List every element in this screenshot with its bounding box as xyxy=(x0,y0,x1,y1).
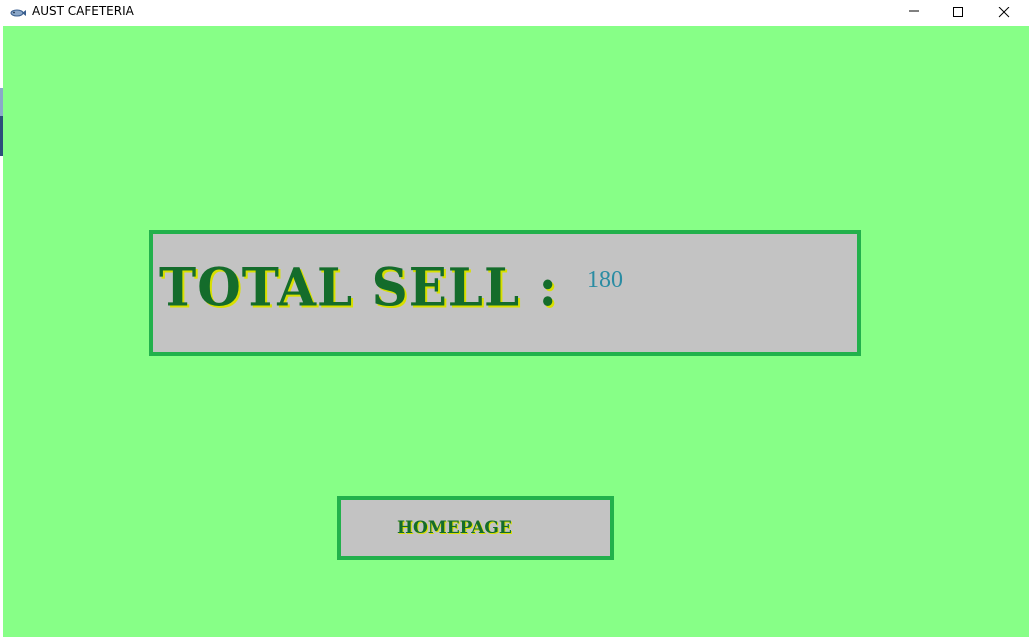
homepage-button-label: HOMEPAGE xyxy=(397,518,512,538)
total-sell-value: 180 xyxy=(587,267,623,293)
maximize-button[interactable] xyxy=(935,0,981,26)
minimize-button[interactable] xyxy=(891,0,937,26)
title-bar[interactable]: AUST CAFETERIA xyxy=(0,0,1029,26)
minimize-icon xyxy=(909,10,919,12)
close-button[interactable] xyxy=(981,0,1027,26)
maximize-icon xyxy=(953,7,963,17)
window-title: AUST CAFETERIA xyxy=(32,4,134,18)
fish-icon xyxy=(10,6,26,18)
total-sell-panel: TOTAL SELL : 180 xyxy=(149,230,861,356)
homepage-button[interactable]: HOMEPAGE xyxy=(337,496,614,560)
total-sell-label: TOTAL SELL : xyxy=(159,256,558,318)
close-icon xyxy=(998,7,1010,18)
app-window: AUST CAFETERIA TOTAL SELL : 180 HOMEPAGE xyxy=(0,0,1029,637)
